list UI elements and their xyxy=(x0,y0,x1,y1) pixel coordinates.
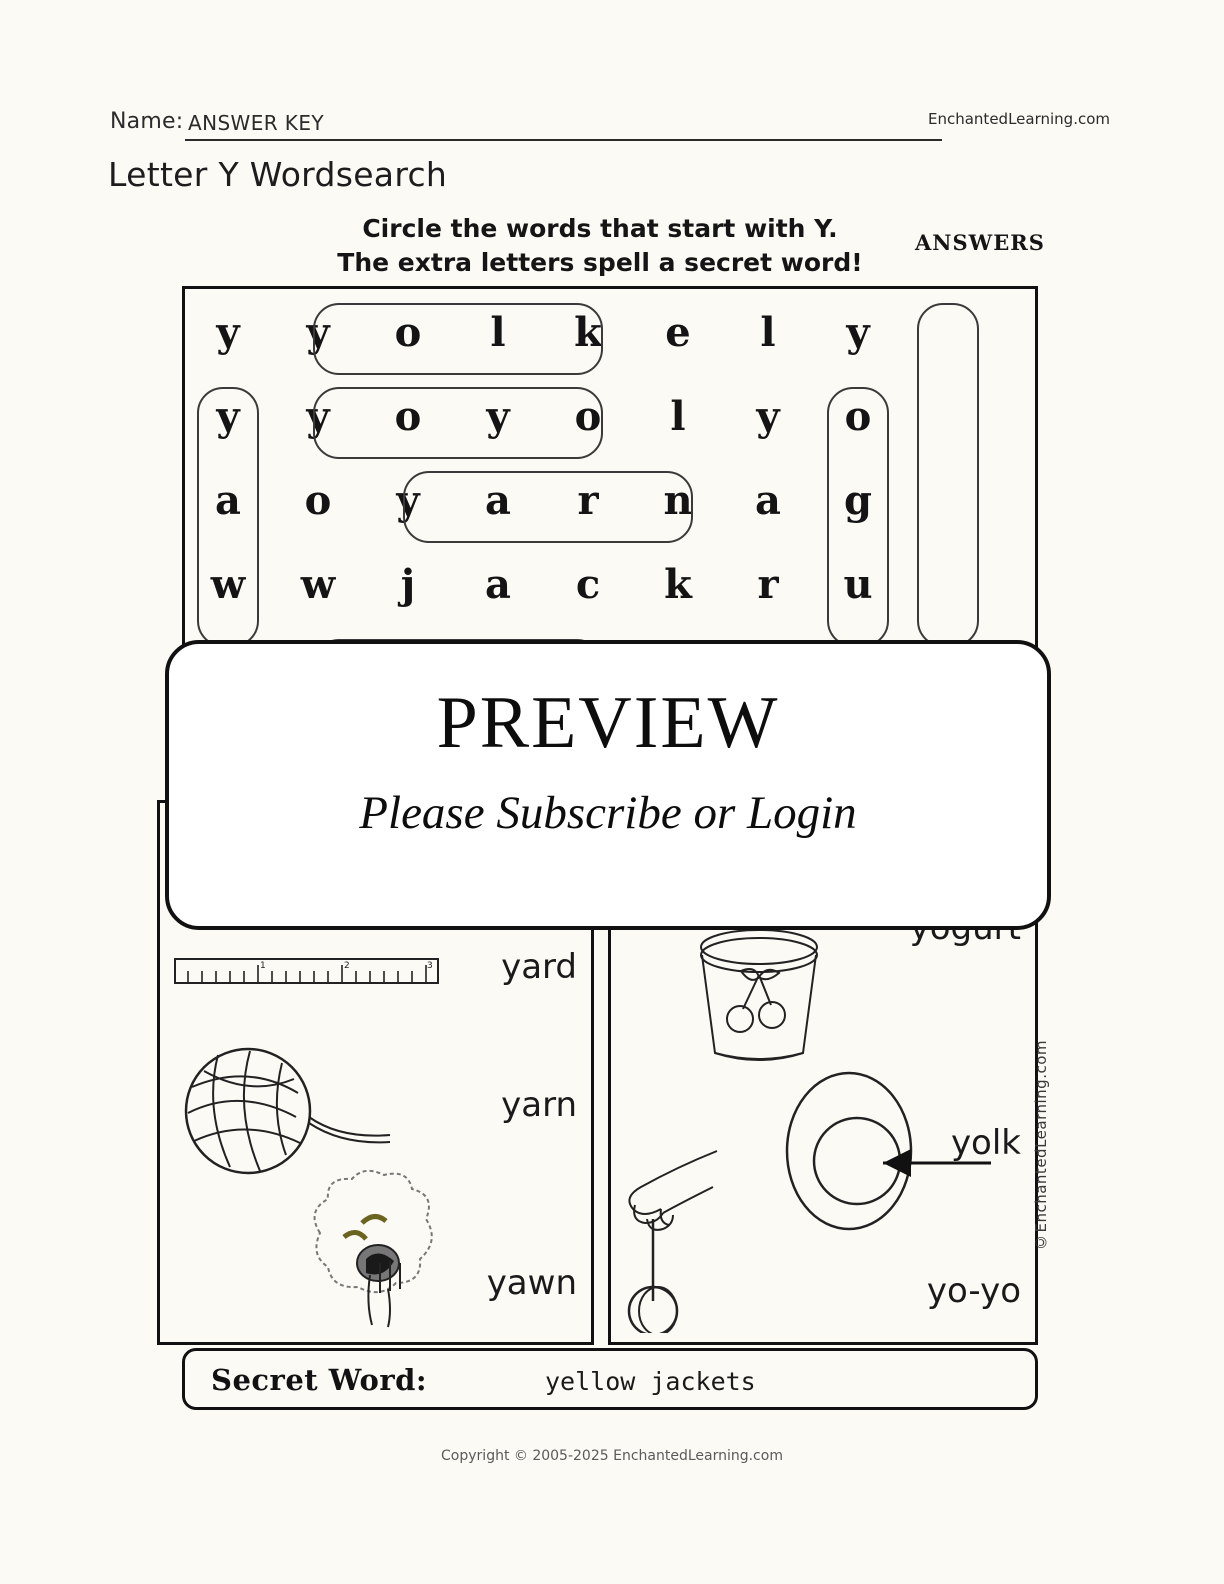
picture-word-yard: yard xyxy=(501,947,577,987)
grid-cell: e xyxy=(665,309,691,356)
secret-word-value: yellow jackets xyxy=(545,1367,756,1396)
grid-cell: a xyxy=(485,561,511,608)
picture-row-yogurt: yogurt xyxy=(611,873,1035,1063)
name-label: Name: xyxy=(110,109,184,134)
ring-yoyo xyxy=(313,387,603,459)
grid-cell: o xyxy=(304,477,332,524)
grid-cell: j xyxy=(400,561,416,608)
name-field-value: ANSWER KEY xyxy=(188,111,324,135)
picture-word-yoyo: yo-yo xyxy=(926,1271,1021,1311)
preview-overlay[interactable]: PREVIEW Please Subscribe or Login xyxy=(165,640,1051,930)
ring-yarn xyxy=(403,471,693,543)
grid-cell: w xyxy=(300,561,336,608)
preview-title: PREVIEW xyxy=(436,682,780,764)
secret-word-box: Secret Word: yellow jackets xyxy=(182,1348,1038,1410)
ring-yogurt-vertical xyxy=(917,303,979,647)
site-brand: EnchantedLearning.com xyxy=(928,110,1110,128)
ruler-icon: 1 2 3 xyxy=(174,955,439,987)
instructions-line-2: The extra letters spell a secret word! xyxy=(337,247,863,277)
page-title: Letter Y Wordsearch xyxy=(108,155,448,194)
preview-subscribe-prompt[interactable]: Please Subscribe or Login xyxy=(169,790,1047,837)
picture-word-yarn: yarn xyxy=(501,1085,577,1125)
grid-cell: r xyxy=(757,561,779,608)
ring-yard-vertical xyxy=(827,387,889,647)
grid-cell: k xyxy=(664,561,692,608)
svg-text:3: 3 xyxy=(427,961,433,971)
grid-cell: l xyxy=(760,309,776,356)
answers-tag: ANSWERS xyxy=(915,230,1045,255)
copyright-footer: Copyright © 2005-2025 EnchantedLearning.… xyxy=(441,1448,783,1464)
ring-yaw-vertical xyxy=(197,387,259,647)
grid-cell: y xyxy=(216,309,240,356)
picture-word-yolk: yolk xyxy=(950,1123,1021,1163)
worksheet-header: Name: ANSWER KEY EnchantedLearning.com xyxy=(110,103,1110,143)
grid-cell: l xyxy=(670,393,686,440)
picture-row-yoyo: yo-yo xyxy=(611,1150,1035,1333)
watermark: ©EnchantedLearning.com xyxy=(1032,1040,1050,1251)
svg-text:2: 2 xyxy=(344,961,350,971)
secret-word-label: Secret Word: xyxy=(211,1363,428,1397)
instructions: Circle the words that start with Y. The … xyxy=(300,212,900,280)
ring-yolk xyxy=(313,303,603,375)
picture-row-yarn: yarn xyxy=(160,1033,591,1183)
grid-cell: a xyxy=(755,477,781,524)
picture-word-yawn: yawn xyxy=(486,1263,577,1303)
instructions-line-1: Circle the words that start with Y. xyxy=(362,214,838,243)
picture-row-yawn: yawn xyxy=(160,1163,591,1328)
svg-text:1: 1 xyxy=(260,961,266,971)
yoyo-icon xyxy=(617,1143,807,1333)
yarn-ball-icon xyxy=(178,1043,398,1183)
grid-cell: y xyxy=(756,393,780,440)
grid-cell: y xyxy=(846,309,870,356)
name-underline xyxy=(185,139,942,141)
yawning-face-icon xyxy=(300,1163,450,1328)
grid-cell: c xyxy=(575,561,601,608)
